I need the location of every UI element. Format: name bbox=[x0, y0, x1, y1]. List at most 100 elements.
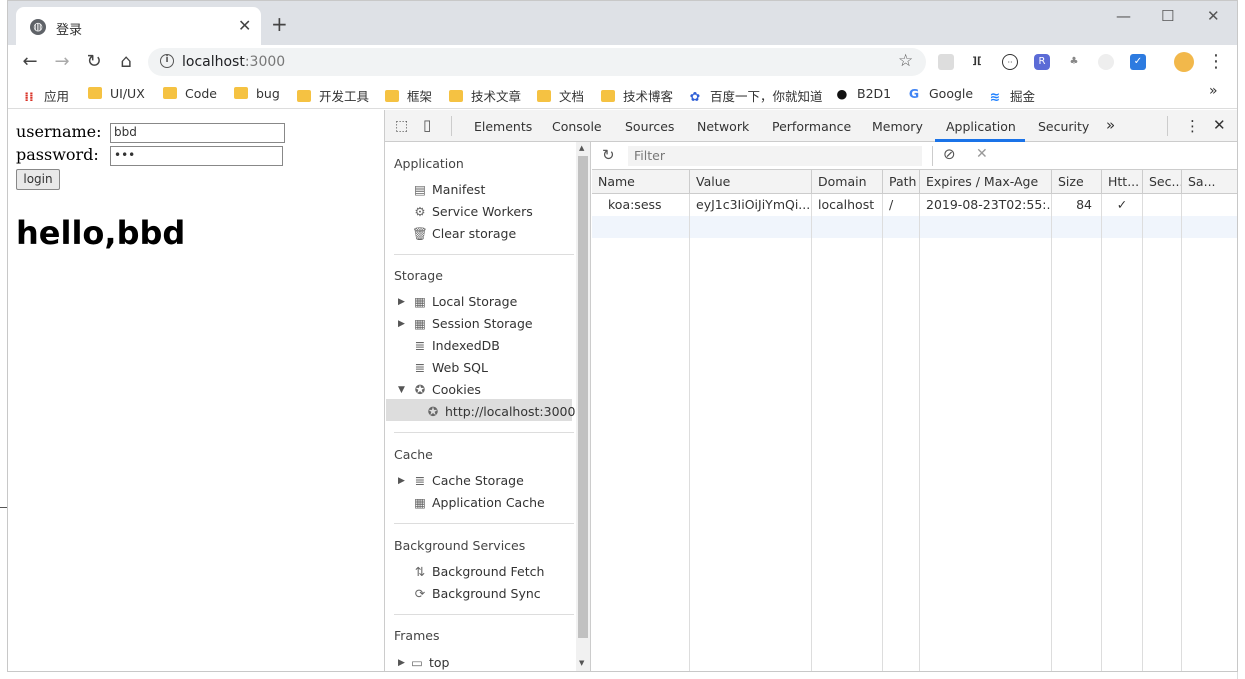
juejin-icon: ≋ bbox=[989, 89, 1001, 104]
back-icon[interactable]: ← bbox=[20, 51, 40, 72]
clear-all-icon[interactable]: ⊘ bbox=[943, 145, 956, 163]
bookmark-folder[interactable]: 技术博客 bbox=[601, 86, 673, 105]
filter-input[interactable]: Filter bbox=[628, 146, 922, 166]
sidebar-item-background-sync[interactable]: ⟳ Background Sync bbox=[412, 586, 541, 601]
minimize-icon[interactable]: — bbox=[1116, 7, 1131, 25]
sidebar-item-manifest[interactable]: ▤ Manifest bbox=[412, 182, 485, 197]
sidebar-scrollbar[interactable]: ▲ ▼ bbox=[576, 142, 590, 671]
refresh-icon[interactable]: ↻ bbox=[602, 146, 615, 164]
tab-network[interactable]: Network bbox=[697, 119, 749, 134]
column-header-path[interactable]: Path bbox=[883, 170, 920, 194]
sidebar-item-web-sql[interactable]: ≣ Web SQL bbox=[412, 360, 488, 375]
sidebar-item-application-cache[interactable]: ▦ Application Cache bbox=[412, 495, 545, 510]
column-header-value[interactable]: Value bbox=[690, 170, 812, 194]
column-header-expires[interactable]: Expires / Max-Age bbox=[920, 170, 1052, 194]
home-icon[interactable]: ⌂ bbox=[116, 51, 136, 72]
bookmarks-overflow-icon[interactable]: » bbox=[1209, 83, 1218, 99]
bookmark-baidu[interactable]: ✿ 百度一下，你就知道 bbox=[688, 86, 823, 105]
sidebar-item-clear-storage[interactable]: 🗑 Clear storage bbox=[412, 226, 516, 242]
tab-performance[interactable]: Performance bbox=[772, 119, 851, 134]
tab-memory[interactable]: Memory bbox=[872, 119, 923, 134]
extension-shield-icon[interactable]: R bbox=[1034, 54, 1050, 70]
delete-selected-icon[interactable]: ✕ bbox=[976, 146, 988, 162]
sidebar-item-service-workers[interactable]: ⚙ Service Workers bbox=[412, 204, 532, 219]
extension-code-icon[interactable]: ·· bbox=[1002, 54, 1018, 70]
sidebar-item-cookie-origin[interactable]: ✪ http://localhost:3000 bbox=[425, 404, 576, 419]
collapse-arrow-icon[interactable]: ▼ bbox=[398, 385, 405, 395]
bookmark-folder[interactable]: 框架 bbox=[385, 86, 432, 105]
tab-console[interactable]: Console bbox=[552, 119, 602, 134]
bookmark-juejin[interactable]: ≋ 掘金 bbox=[988, 86, 1035, 105]
forward-icon[interactable]: → bbox=[52, 51, 72, 72]
tab-elements[interactable]: Elements bbox=[474, 119, 532, 134]
tab-sources[interactable]: Sources bbox=[625, 119, 674, 134]
browser-tab[interactable]: ◍ 登录 ✕ bbox=[16, 7, 261, 45]
table-row[interactable]: koa:sess eyJ1c3IiOiJiYmQi... localhost /… bbox=[592, 194, 1237, 216]
extension-icon[interactable] bbox=[938, 54, 954, 70]
bookmark-star-icon[interactable]: ☆ bbox=[898, 51, 913, 71]
sidebar-item-background-fetch[interactable]: ⇅ Background Fetch bbox=[412, 564, 545, 579]
scroll-down-icon[interactable]: ▼ bbox=[579, 659, 584, 667]
sidebar-item-cache-storage[interactable]: ≣ Cache Storage bbox=[412, 473, 524, 488]
page-content: username: bbd password: ••• login hello,… bbox=[8, 110, 384, 671]
device-toolbar-icon[interactable]: ▯ bbox=[423, 116, 431, 134]
devtools-close-icon[interactable]: ✕ bbox=[1213, 116, 1226, 134]
bookmarks-bar: ⁞⁞ 应用 UI/UX Code bug 开发工具 框架 技术文章 文档 技术博客… bbox=[8, 79, 1237, 109]
tab-security[interactable]: Security bbox=[1038, 119, 1089, 134]
password-input[interactable]: ••• bbox=[110, 146, 283, 166]
menu-kebab-icon[interactable]: ⋮ bbox=[1206, 51, 1226, 72]
column-header-domain[interactable]: Domain bbox=[812, 170, 883, 194]
column-header-size[interactable]: Size bbox=[1052, 170, 1102, 194]
maximize-icon[interactable]: ☐ bbox=[1161, 7, 1174, 25]
bookmark-apps[interactable]: ⁞⁞ 应用 bbox=[22, 86, 69, 105]
bookmark-folder[interactable]: 开发工具 bbox=[297, 86, 369, 105]
extension-pocket-icon[interactable]: ✓ bbox=[1130, 54, 1146, 70]
sidebar-item-indexeddb[interactable]: ≣ IndexedDB bbox=[412, 338, 500, 353]
username-input[interactable]: bbd bbox=[110, 123, 285, 143]
scrollbar-thumb[interactable] bbox=[578, 156, 588, 638]
reload-icon[interactable]: ↻ bbox=[84, 51, 104, 72]
column-header-samesite[interactable]: Sa... bbox=[1182, 170, 1237, 194]
section-cache: Cache bbox=[394, 447, 433, 462]
tab-application[interactable]: Application bbox=[946, 119, 1016, 134]
new-tab-icon[interactable]: + bbox=[271, 14, 288, 34]
column-divider bbox=[919, 194, 920, 671]
extension-tree-icon[interactable]: ♣ bbox=[1066, 54, 1082, 70]
window-close-icon[interactable]: ✕ bbox=[1207, 7, 1220, 25]
expand-arrow-icon[interactable]: ▶ bbox=[398, 319, 405, 329]
bookmark-label: B2D1 bbox=[857, 86, 892, 101]
bookmark-folder[interactable]: UI/UX bbox=[88, 86, 145, 101]
sidebar-item-local-storage[interactable]: ▦ Local Storage bbox=[412, 294, 517, 309]
extension-bracket-icon[interactable]: ][ bbox=[969, 54, 985, 70]
sidebar-item-frame-top[interactable]: ▭ top bbox=[409, 655, 449, 670]
column-header-name[interactable]: Name bbox=[592, 170, 690, 194]
sync-icon: ⟳ bbox=[414, 586, 426, 601]
inspect-element-icon[interactable]: ⬚ bbox=[395, 118, 408, 134]
bookmark-folder[interactable]: 文档 bbox=[537, 86, 584, 105]
devtools-menu-icon[interactable]: ⋮ bbox=[1185, 117, 1200, 135]
site-info-icon[interactable]: i bbox=[160, 54, 174, 68]
devtools-panel: ⬚ ▯ Elements Console Sources Network Per… bbox=[384, 110, 1237, 671]
login-button[interactable]: login bbox=[16, 169, 60, 190]
expand-arrow-icon[interactable]: ▶ bbox=[398, 476, 405, 486]
extension-circle-icon[interactable] bbox=[1098, 54, 1114, 70]
avatar[interactable] bbox=[1174, 52, 1194, 72]
bookmark-folder[interactable]: 技术文章 bbox=[449, 86, 521, 105]
apps-grid-icon: ⁞⁞ bbox=[24, 89, 34, 104]
close-tab-icon[interactable]: ✕ bbox=[238, 16, 251, 35]
expand-arrow-icon[interactable]: ▶ bbox=[398, 297, 405, 307]
column-header-httponly[interactable]: Htt... bbox=[1102, 170, 1143, 194]
bookmark-google[interactable]: G Google bbox=[907, 86, 973, 101]
bookmark-folder[interactable]: bug bbox=[234, 86, 280, 101]
scroll-up-icon[interactable]: ▲ bbox=[579, 144, 584, 152]
folder-icon bbox=[297, 90, 311, 102]
column-divider bbox=[1051, 194, 1052, 671]
expand-arrow-icon[interactable]: ▶ bbox=[398, 658, 405, 668]
sidebar-item-session-storage[interactable]: ▦ Session Storage bbox=[412, 316, 532, 331]
more-tabs-icon[interactable]: » bbox=[1106, 116, 1115, 134]
bookmark-github[interactable]: ● B2D1 bbox=[835, 86, 892, 101]
bookmark-folder[interactable]: Code bbox=[163, 86, 217, 101]
column-header-secure[interactable]: Sec... bbox=[1143, 170, 1182, 194]
address-bar[interactable]: i localhost:3000 ☆ bbox=[148, 48, 926, 76]
sidebar-item-cookies[interactable]: ✪ Cookies bbox=[412, 382, 481, 397]
